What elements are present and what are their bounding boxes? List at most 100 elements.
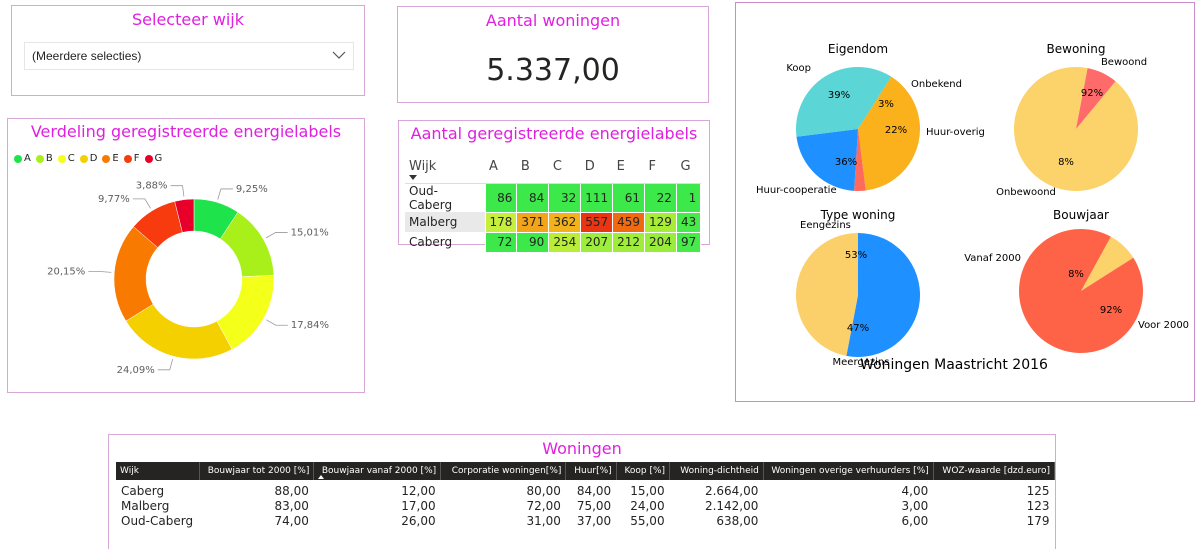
matrix-col-header[interactable]: D <box>580 149 613 184</box>
table-row[interactable]: Caberg 88,00 12,00 80,00 84,00 15,00 2.664,00 4… <box>116 480 1055 498</box>
woningen-col-header[interactable]: Woningen overige verhuurders [%] <box>763 462 934 480</box>
donut-data-label: 3,88% <box>136 181 168 192</box>
pie-pct-label: 8% <box>1068 269 1084 280</box>
matrix-cell: 212 <box>612 231 646 253</box>
energielabel-matrix: Wijk A B C D E F G Oud-Caberg 86 84 32 111 61 22 1 Malbe… <box>405 149 702 253</box>
matrix-cell: 557 <box>580 211 614 233</box>
woningen-title: Woningen <box>542 439 622 458</box>
pie-label: Voor 2000 <box>1138 320 1189 331</box>
table-cell: 4,00 <box>901 483 929 498</box>
table-cell: Malberg <box>121 498 170 513</box>
table-cell: 2.664,00 <box>704 483 759 498</box>
matrix-col-header[interactable]: A <box>485 149 517 184</box>
slicer-title: Selecteer wijk <box>132 10 244 29</box>
sort-asc-icon <box>318 475 325 479</box>
matrix-cell: 362 <box>548 211 582 233</box>
matrix-cell: 178 <box>484 211 518 233</box>
energielabel-matrix-card: Aantal geregistreerde energielabels Wijk… <box>398 120 710 253</box>
donut-chart: 9,25% 15,01% 17,84% 24,09% 20,15% 9,77% 3,88% <box>47 181 329 376</box>
energielabel-donut-card: Verdeling geregistreerde energielabels A… <box>7 118 365 393</box>
table-cell: 37,00 <box>576 513 612 528</box>
donut-data-label: 9,25% <box>236 184 268 195</box>
matrix-row-label: Oud-Caberg <box>409 184 453 212</box>
matrix-col-header[interactable]: B <box>516 149 549 184</box>
pie-pct-label: 3% <box>878 99 894 110</box>
matrix-cell: 254 <box>548 231 582 253</box>
woningen-col-header[interactable]: Huur[%] <box>565 462 617 480</box>
woningen-col-header[interactable]: Koop [%] <box>616 462 671 480</box>
donut-slice-D[interactable] <box>125 303 233 360</box>
table-row[interactable]: Oud-Caberg 74,00 26,00 31,00 37,00 55,00 638,0… <box>116 513 1055 528</box>
matrix-col-header-wijk[interactable]: Wijk <box>405 149 485 184</box>
pie-label: Eengezins <box>800 220 851 231</box>
matrix-title: Aantal geregistreerde energielabels <box>410 124 698 143</box>
matrix-cell: 32 <box>548 183 582 213</box>
table-cell: 6,00 <box>901 513 929 528</box>
table-cell: 31,00 <box>526 513 561 528</box>
table-cell: Caberg <box>121 483 165 498</box>
wijk-dropdown[interactable]: (Meerdere selecties) <box>24 42 354 70</box>
donut-data-label: 9,77% <box>98 194 130 205</box>
table-cell: 75,00 <box>576 498 612 513</box>
pie-label: Vanaf 2000 <box>964 253 1021 264</box>
pie-pct-label: 36% <box>835 157 857 168</box>
pie-label: Onbewoond <box>996 187 1056 198</box>
woningen-col-header[interactable]: Corporatie woningen[%] <box>440 462 567 480</box>
table-cell: 72,00 <box>526 498 561 513</box>
matrix-cell: 22 <box>644 183 677 213</box>
pie-label: Bewoond <box>1101 57 1147 68</box>
table-row[interactable]: Malberg 83,00 17,00 72,00 75,00 24,00 2.142,00… <box>116 498 1055 513</box>
matrix-row[interactable]: Caberg 72 90 254 207 212 204 97 <box>405 231 702 253</box>
matrix-row-label: Caberg <box>409 235 453 249</box>
pie-charts-card: Eigendom Koop 39% Onbekend 3% Huur-overig 22% H… <box>735 2 1195 402</box>
woningen-table-card: Woningen Wijk Bouwjaar tot 2000 [%] Bouwja… <box>108 434 1056 549</box>
matrix-cell: 129 <box>644 211 677 233</box>
matrix-cell: 43 <box>675 211 702 233</box>
wijk-slicer: Selecteer wijk (Meerdere selecties) <box>11 5 365 96</box>
matrix-col-header[interactable]: E <box>612 149 645 184</box>
pie-pct-label: 8% <box>1058 157 1074 168</box>
matrix-cell: 207 <box>580 231 614 253</box>
donut-leader-line <box>132 198 151 209</box>
kpi-title: Aantal woningen <box>485 11 621 30</box>
woningen-col-header[interactable]: Wijk <box>116 462 201 480</box>
woningen-col-header[interactable]: WOZ-waarde [dzd.euro] <box>933 462 1056 480</box>
dropdown-value: (Meerdere selecties) <box>32 49 142 63</box>
table-cell: 15,00 <box>630 483 665 498</box>
woningen-col-header[interactable]: Bouwjaar vanaf 2000 [%] <box>313 462 442 480</box>
chevron-down-icon[interactable] <box>331 47 347 63</box>
table-cell: 123 <box>1026 498 1050 513</box>
matrix-header-row: Wijk A B C D E F G <box>405 149 701 184</box>
matrix-row[interactable]: Oud-Caberg 86 84 32 111 61 22 1 <box>405 183 702 213</box>
pie-pct-label: 22% <box>885 125 907 136</box>
pie-label: Onbekend <box>911 79 962 90</box>
kpi-value: 5.337,00 <box>486 53 620 88</box>
table-cell: 24,00 <box>630 498 665 513</box>
donut-leader-line <box>217 188 233 200</box>
pies-suptitle: Woningen Maastricht 2016 <box>860 357 1048 373</box>
donut-data-label: 17,84% <box>291 320 329 331</box>
matrix-cell: 371 <box>516 211 550 233</box>
matrix-col-header[interactable]: F <box>644 149 677 184</box>
matrix-cell: 111 <box>580 183 614 213</box>
matrix-col-header[interactable]: C <box>548 149 581 184</box>
woningen-col-header[interactable]: Bouwjaar tot 2000 [%] <box>199 462 315 480</box>
table-cell: 26,00 <box>401 513 436 528</box>
matrix-cell: 459 <box>612 211 646 233</box>
donut-leader-line <box>88 271 112 273</box>
table-cell: 12,00 <box>401 483 436 498</box>
pie-pct-label: 47% <box>847 323 869 334</box>
matrix-col-header[interactable]: G <box>676 149 701 184</box>
donut-leader-line <box>170 185 185 197</box>
matrix-cell: 90 <box>516 231 550 253</box>
matrix-row[interactable]: Malberg 178 371 362 557 459 129 43 <box>405 211 702 233</box>
matrix-cell: 1 <box>675 183 702 213</box>
donut-data-label: 24,09% <box>117 365 155 376</box>
table-cell: 83,00 <box>274 498 309 513</box>
donut-leader-line <box>157 359 173 371</box>
woningen-col-header[interactable]: Woning-dichtheid <box>669 462 764 480</box>
table-cell: Oud-Caberg <box>121 513 194 528</box>
donut-data-label: 15,01% <box>291 227 329 238</box>
donut-leader-line <box>265 232 288 239</box>
table-cell: 3,00 <box>901 498 929 513</box>
